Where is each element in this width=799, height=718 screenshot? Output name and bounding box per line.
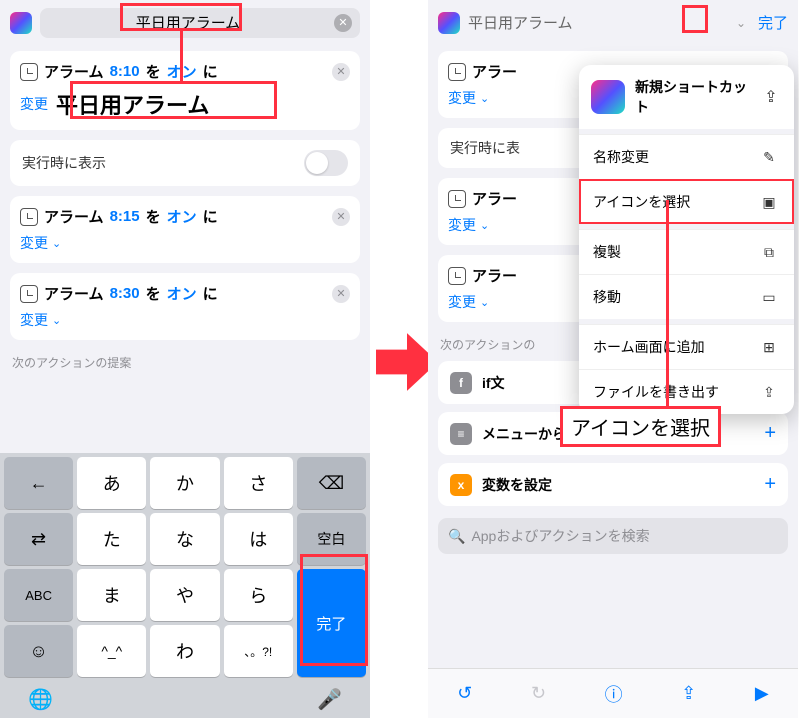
topbar-right: 平日用アラーム ⌄ 完了 [428,0,798,45]
shortcut-name-input[interactable] [48,14,328,31]
chevron-down-icon[interactable]: ⌄ [732,16,750,30]
toggle-switch[interactable] [304,150,348,176]
menu-choose-icon[interactable]: アイコンを選択▣ [579,179,794,224]
search-placeholder: Appおよびアクションを検索 [471,526,649,546]
if-icon: f [450,372,472,394]
action-cards: アラーム 8:10 を オン に ✕ 変更 平日用アラーム 実行時に表示 アラー… [0,45,370,346]
key-sa[interactable]: さ [224,457,293,509]
close-icon[interactable]: ✕ [332,63,350,81]
key-na[interactable]: な [150,513,219,565]
keyboard: ← あ か さ ⌫ ⇄ た な は 空白 ABC ま や ら 完了 ☺ ^_^ … [0,453,370,681]
name-input-wrap[interactable]: ✕ [40,8,360,38]
key-ha[interactable]: は [224,513,293,565]
undo-icon[interactable]: ↺ [457,683,472,704]
plus-icon[interactable]: + [764,422,776,445]
annotation-callout: アイコンを選択 [560,406,721,447]
plus-square-icon: ⊞ [758,336,780,358]
image-icon: ▣ [758,191,780,213]
shortcuts-app-icon [591,80,625,114]
bottom-toolbar: ↺ ↻ ⓘ ⇪ ▶ [428,668,798,718]
shortcuts-app-icon [438,12,460,34]
chevron-down-icon[interactable]: ⌄ [52,237,61,250]
mic-icon[interactable]: 🎤 [317,687,342,712]
chevron-down-icon[interactable]: ⌄ [480,296,489,309]
show-when-run-label: 実行時に表示 [22,153,106,173]
key-backspace[interactable]: ⌫ [297,457,366,509]
topbar: ✕ [0,0,370,45]
alarm-label: アラーム [44,61,104,82]
clear-icon[interactable]: ✕ [334,14,352,32]
suggestion-variable[interactable]: x 変数を設定 + [438,463,788,506]
right-screenshot: 平日用アラーム ⌄ 完了 アラー 変更⌄ 実行時に表 アラー 変更⌄ アラー [428,0,798,718]
shortcuts-app-icon [10,12,32,34]
menu-add-home[interactable]: ホーム画面に追加⊞ [579,324,794,369]
globe-icon[interactable]: 🌐 [28,687,53,712]
chevron-down-icon[interactable]: ⌄ [52,314,61,327]
export-icon: ⇪ [758,381,780,403]
alarm-state[interactable]: オン [167,61,197,82]
clock-icon [448,63,466,81]
play-icon[interactable]: ▶ [755,683,769,704]
change-link[interactable]: 変更 [20,94,48,114]
close-icon[interactable]: ✕ [332,285,350,303]
menu-rename[interactable]: 名称変更✎ [579,134,794,179]
menu-duplicate[interactable]: 複製⧉ [579,229,794,274]
suggestions-hint: 次のアクションの提案 [0,346,370,379]
shortcut-inline-name: 平日用アラーム [56,88,209,120]
alarm-card-2[interactable]: アラーム 8:15 を オン に ✕ 変更 ⌄ [10,196,360,263]
key-emoji[interactable]: ☺ [4,625,73,677]
var-icon: x [450,474,472,496]
done-button[interactable]: 完了 [758,12,788,33]
key-ra[interactable]: ら [224,569,293,621]
title: 平日用アラーム [468,12,724,33]
search-icon: 🔍 [448,528,465,545]
key-ma[interactable]: ま [77,569,146,621]
key-ya[interactable]: や [150,569,219,621]
key-wa[interactable]: わ [150,625,219,677]
key-abc[interactable]: ABC [4,569,73,621]
context-menu: 新規ショートカット ⇪ 名称変更✎ アイコンを選択▣ 複製⧉ 移動▭ ホーム画面… [579,65,794,414]
menu-icon: ≡ [450,423,472,445]
key-ka[interactable]: か [150,457,219,509]
key-undo[interactable]: ← [4,457,73,509]
key-space[interactable]: 空白 [297,513,366,565]
key-punc[interactable]: 、。?! [224,625,293,677]
alarm-card-3[interactable]: アラーム 8:30 を オン に ✕ 変更 ⌄ [10,273,360,340]
duplicate-icon: ⧉ [758,241,780,263]
clock-icon [448,267,466,285]
key-kao[interactable]: ^_^ [77,625,146,677]
info-icon[interactable]: ⓘ [605,681,623,707]
share-icon[interactable]: ⇪ [681,683,696,704]
folder-icon: ▭ [758,286,780,308]
chevron-down-icon[interactable]: ⌄ [480,92,489,105]
clock-icon [20,63,38,81]
redo-icon[interactable]: ↻ [531,683,546,704]
clock-icon [20,285,38,303]
alarm-card-1[interactable]: アラーム 8:10 を オン に ✕ 変更 平日用アラーム [10,51,360,130]
share-icon[interactable]: ⇪ [760,86,782,108]
clock-icon [20,208,38,226]
clock-icon [448,190,466,208]
key-a[interactable]: あ [77,457,146,509]
close-icon[interactable]: ✕ [332,208,350,226]
menu-move[interactable]: 移動▭ [579,274,794,319]
left-screenshot: ✕ アラーム 8:10 を オン に ✕ 変更 平日用アラーム 実行時に表示 [0,0,370,718]
popover-title: 新規ショートカット [635,77,750,117]
chevron-down-icon[interactable]: ⌄ [480,219,489,232]
plus-icon[interactable]: + [764,473,776,496]
key-ta[interactable]: た [77,513,146,565]
action-search[interactable]: 🔍 Appおよびアクションを検索 [438,518,788,554]
alarm-time[interactable]: 8:10 [110,63,140,80]
show-when-run-row: 実行時に表示 [10,140,360,186]
keyboard-bottom: 🌐 🎤 [0,681,370,718]
key-reverse[interactable]: ⇄ [4,513,73,565]
pencil-icon: ✎ [758,146,780,168]
